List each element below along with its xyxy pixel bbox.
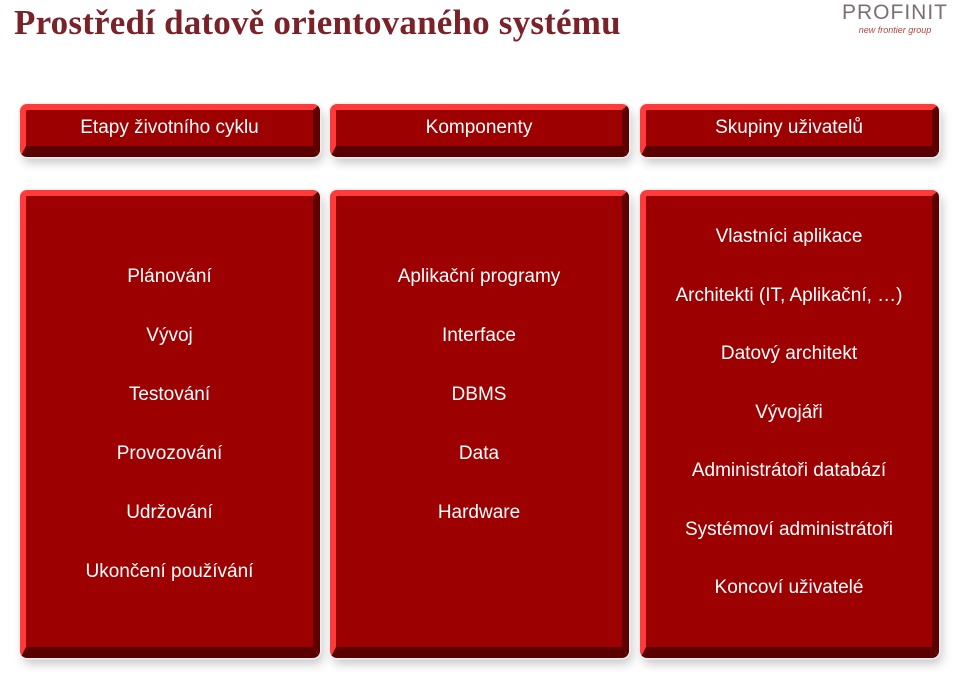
header-label: Skupiny uživatelů — [715, 117, 863, 138]
user-groups-list: Vlastníci aplikace Architekti (IT, Aplik… — [646, 226, 932, 636]
components-list: Aplikační programy Interface DBMS Data H… — [336, 266, 622, 561]
list-item: Aplikační programy — [397, 266, 561, 287]
list-item: Hardware — [437, 502, 521, 523]
header-user-groups: Skupiny uživatelů — [640, 104, 939, 157]
list-item: Architekti (IT, Aplikační, …) — [675, 284, 903, 306]
list-item: Datový architekt — [720, 343, 858, 364]
list-item: Vývojáři — [755, 401, 823, 423]
list-item: Vývoj — [146, 325, 193, 346]
list-item: Provozování — [116, 443, 223, 464]
list-item: Testování — [128, 384, 211, 405]
profinit-logo: PROFINIT new frontier group — [836, 1, 954, 36]
header-lifecycle-stages: Etapy životního cyklu — [20, 104, 320, 157]
list-item: Administrátoři databází — [691, 460, 887, 481]
list-item: Ukončení používání — [85, 561, 254, 582]
header-components: Komponenty — [330, 104, 629, 157]
list-item: Koncoví uživatelé — [714, 577, 864, 598]
lifecycle-stages-list: Plánování Vývoj Testování Provozování Ud… — [26, 266, 313, 620]
list-item: DBMS — [451, 384, 507, 405]
slide-title: Prostředí datově orientovaného systému — [14, 3, 621, 42]
header-label: Etapy životního cyklu — [80, 117, 259, 138]
list-item: Plánování — [127, 266, 212, 287]
components-box: Aplikační programy Interface DBMS Data H… — [330, 190, 629, 658]
lifecycle-stages-box: Plánování Vývoj Testování Provozování Ud… — [20, 190, 320, 658]
list-item: Vlastníci aplikace — [715, 226, 863, 247]
list-item: Udržování — [126, 502, 213, 523]
user-groups-box: Vlastníci aplikace Architekti (IT, Aplik… — [640, 190, 939, 658]
list-item: Data — [458, 443, 500, 464]
list-item: Systémoví administrátoři — [684, 518, 893, 540]
logo-tagline: new frontier group — [858, 25, 932, 35]
header-label: Komponenty — [425, 117, 533, 138]
logo-name: PROFINIT — [842, 1, 948, 24]
list-item: Interface — [442, 325, 516, 346]
